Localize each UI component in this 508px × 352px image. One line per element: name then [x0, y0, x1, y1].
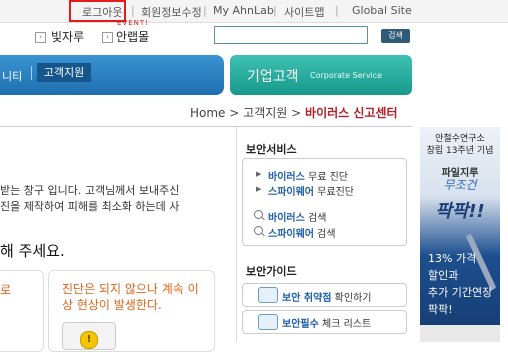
- symptom-card-text: 진단은 되지 않으나 계속 이상 현상이 발생한다.: [62, 282, 199, 312]
- service-link-highlight: 스파이웨어: [268, 229, 314, 240]
- breadcrumb-current: 바이러스 신고센터: [305, 106, 398, 120]
- service-link-text: 검색: [304, 213, 327, 224]
- arrow-icon: ›: [102, 32, 113, 43]
- warning-icon: !: [80, 331, 98, 349]
- shield-check-icon: [258, 287, 278, 303]
- service-link-virus-diagnosis[interactable]: 바이러스 무료 진단: [268, 168, 348, 183]
- breadcrumb-support[interactable]: 고객지원: [243, 106, 287, 120]
- breadcrumb-sep: >: [229, 106, 240, 120]
- security-guide-title: 보안가이드: [246, 265, 297, 278]
- separator: |: [335, 4, 339, 17]
- main-nav-bar: [0, 55, 224, 95]
- breadcrumb: Home > 고객지원 > 바이러스 신고센터: [190, 104, 398, 121]
- breadcrumb-sep: >: [291, 106, 302, 120]
- separator: |: [131, 4, 135, 17]
- section-heading: 해 주세요.: [0, 242, 65, 260]
- banner-text: 팍팍!: [428, 303, 453, 316]
- intro-text-line: 진을 제작하여 피해를 최소화 하는데 사: [0, 200, 180, 213]
- service-link-spyware-search[interactable]: 스파이웨어 검색: [268, 225, 336, 240]
- banner-text: 추가 기간연장: [428, 286, 493, 299]
- guide-label-text: 확인하기: [331, 293, 372, 304]
- banner-text: 창립 13주년 기념: [426, 146, 494, 156]
- guide-label: 보안필수 체크 리스트: [282, 315, 371, 330]
- nav-divider: [31, 66, 32, 80]
- separator: |: [203, 4, 207, 17]
- event-tag: EVENT!: [117, 19, 149, 27]
- column-divider: [236, 127, 237, 342]
- banner-text: 할인과: [428, 269, 459, 282]
- intro-text-line: 받는 창구 입니다. 고객님께서 보내주신: [0, 184, 180, 197]
- service-link-text: 검색: [314, 229, 336, 240]
- bitjaru-link[interactable]: 빛자루: [51, 28, 84, 45]
- ahnlab-mall-link[interactable]: 안랩몰: [116, 28, 149, 45]
- security-service-title: 보안서비스: [246, 143, 297, 156]
- guide-label: 보안 취약점 확인하기: [282, 289, 371, 304]
- corporate-service-label: 기업고객: [247, 69, 299, 85]
- service-link-highlight: 바이러스: [268, 172, 305, 183]
- edit-member-link[interactable]: 회원정보수정: [141, 4, 202, 20]
- banner-footer: [420, 325, 500, 342]
- breadcrumb-home[interactable]: Home: [190, 106, 225, 120]
- nav-item-community[interactable]: 니티: [2, 68, 22, 84]
- symptom-card-text: 로: [0, 283, 12, 297]
- banner-text: 팍팍!!: [435, 201, 485, 222]
- search-icon: [254, 226, 263, 235]
- service-link-virus-search[interactable]: 바이러스 검색: [268, 209, 326, 224]
- guide-label-highlight: 보안필수: [282, 319, 319, 330]
- arrow-icon: ▶: [256, 185, 262, 193]
- search-button[interactable]: 검색: [381, 29, 410, 43]
- service-link-highlight: 스파이웨어: [268, 187, 314, 198]
- search-input[interactable]: [214, 26, 368, 44]
- corporate-service-sublabel: Corporate Service: [310, 71, 383, 80]
- my-ahnlab-link[interactable]: My AhnLab: [213, 4, 274, 17]
- guide-label-text: 체크 리스트: [318, 319, 372, 330]
- global-site-link[interactable]: Global Site: [352, 4, 412, 17]
- checklist-icon: [258, 314, 278, 330]
- banner-text: 13% 가격: [428, 252, 477, 265]
- guide-label-highlight: 보안 취약점: [282, 293, 332, 304]
- search-icon: [254, 210, 263, 219]
- divider: [0, 126, 412, 127]
- arrow-icon: ▶: [256, 170, 262, 178]
- service-link-highlight: 바이러스: [268, 213, 305, 224]
- arrow-icon: ›: [35, 32, 46, 43]
- service-link-text: 무료진단: [314, 187, 354, 198]
- separator: |: [273, 4, 277, 17]
- sitemap-link[interactable]: 사이트맵: [284, 4, 324, 20]
- service-link-text: 무료 진단: [304, 172, 348, 183]
- banner-text: 무조건: [443, 178, 477, 192]
- service-link-spyware-diagnosis[interactable]: 스파이웨어 무료진단: [268, 183, 354, 198]
- nav-tab-support[interactable]: 고객지원: [37, 63, 91, 82]
